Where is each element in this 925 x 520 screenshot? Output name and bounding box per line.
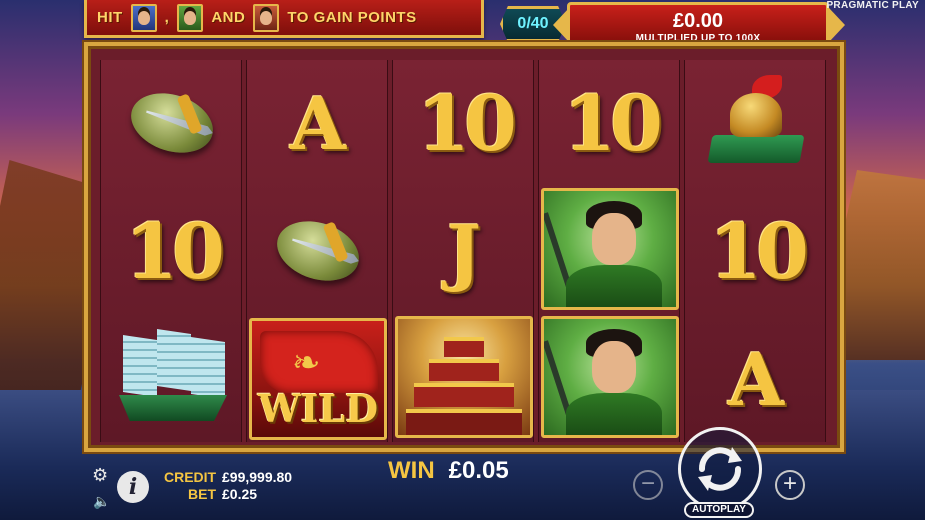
symbol-ten: 10: [685, 188, 827, 314]
credit-value: £99,999.80: [222, 469, 293, 485]
green-warrior-icon: [541, 188, 679, 310]
banner-and-text: AND: [211, 9, 246, 26]
credit-label: CREDIT: [164, 469, 217, 485]
reel-2: A ❧ WILD: [246, 60, 388, 442]
symbol-warrior: [539, 314, 681, 440]
wild-text: WILD: [257, 386, 379, 431]
spin-button[interactable]: [678, 427, 762, 511]
ace-symbol-text: A: [290, 80, 346, 166]
multiplier-win-amount: £0.00: [672, 10, 724, 32]
background-ship-right: [840, 170, 925, 360]
reels-frame: 10 A ❧ WILD 10 J 10 10 A: [84, 42, 844, 452]
symbol-ten: 10: [101, 188, 243, 314]
balance-panel: CREDIT £99,999.80 BET £0.25: [164, 469, 292, 503]
autoplay-button[interactable]: AUTOPLAY: [684, 502, 754, 518]
temple-icon: [395, 316, 533, 438]
banner-comma: ,: [164, 9, 170, 26]
blue-warrior-portrait-icon: [130, 3, 157, 32]
banner-hit-text: HIT: [97, 9, 123, 26]
decrease-bet-button[interactable]: −: [633, 470, 663, 500]
symbol-warrior: [539, 186, 681, 312]
provider-logo: PRAGMATIC PLAY: [826, 0, 919, 11]
ten-symbol-text: 10: [709, 206, 809, 296]
green-warrior-icon: [541, 316, 679, 438]
symbol-ten: 10: [393, 60, 535, 186]
shield-sword-icon: [123, 83, 221, 163]
bet-label: BET: [188, 486, 216, 502]
speaker-icon[interactable]: 🔈: [93, 492, 111, 510]
red-warrior-portrait-icon: [253, 3, 280, 32]
reel-1: 10: [100, 60, 242, 442]
spin-arrows-icon: [698, 447, 742, 491]
ten-symbol-text: 10: [417, 78, 517, 168]
banner-goal-text: TO GAIN POINTS: [287, 9, 417, 26]
green-warrior-portrait-icon: [177, 3, 204, 32]
goal-banner: HIT , AND TO GAIN POINTS: [84, 0, 484, 38]
bet-value: £0.25: [222, 486, 258, 502]
symbol-ace: A: [685, 316, 827, 442]
gear-icon[interactable]: ⚙: [92, 466, 110, 484]
win-label: WIN: [388, 457, 435, 484]
ten-symbol-text: 10: [125, 206, 225, 296]
ace-symbol-text: A: [728, 336, 784, 422]
wild-symbol: ❧ WILD: [249, 318, 387, 440]
symbol-temple: [393, 314, 535, 440]
helmet-icon: [707, 75, 805, 171]
win-value: £0.05: [448, 457, 509, 484]
symbol-wild: ❧ WILD: [247, 316, 389, 442]
symbol-jack: J: [393, 188, 535, 314]
symbol-shield-sword: [247, 188, 389, 314]
shield-sword-icon: [269, 211, 367, 291]
win-display: WIN £0.05: [388, 457, 509, 485]
symbol-ship: [101, 316, 243, 442]
symbol-helmet: [685, 60, 827, 186]
win-panel-right-ornament: [829, 8, 845, 42]
junk-ship-icon: [113, 329, 231, 429]
info-button[interactable]: i: [117, 471, 149, 503]
background-ship-left: [0, 160, 95, 390]
ten-symbol-text: 10: [563, 78, 663, 168]
reel-5: 10 A: [684, 60, 826, 442]
symbol-shield-sword: [101, 60, 243, 186]
symbol-ten: 10: [539, 60, 681, 186]
dragon-icon: ❧: [292, 344, 321, 382]
jack-symbol-text: J: [446, 208, 482, 294]
symbol-ace: A: [247, 60, 389, 186]
reel-3: 10 J: [392, 60, 534, 442]
increase-bet-button[interactable]: +: [775, 470, 805, 500]
reel-4: 10: [538, 60, 680, 442]
